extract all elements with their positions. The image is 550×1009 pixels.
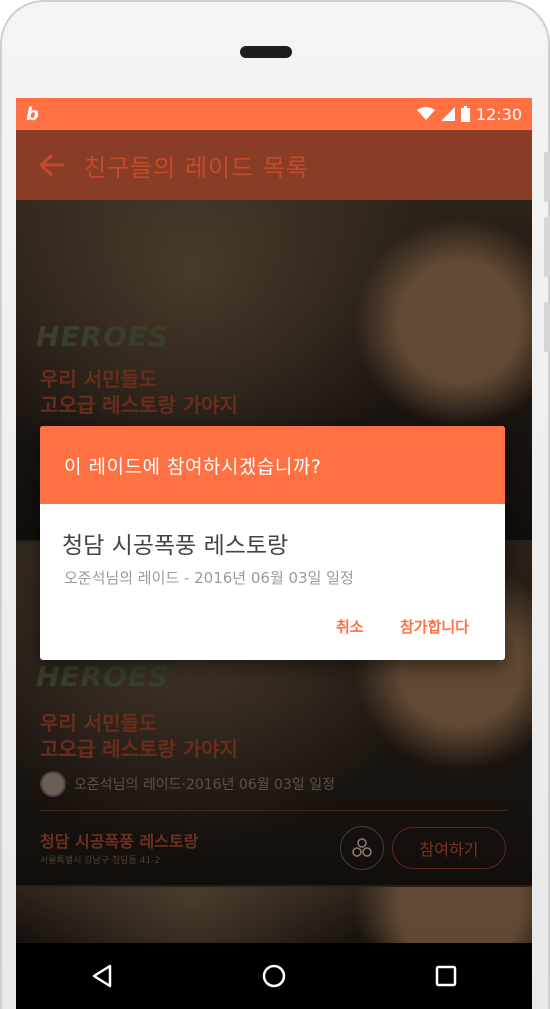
back-triangle-icon [92,964,112,988]
navigation-bar [16,943,532,1009]
recents-nav-button[interactable] [416,951,476,1001]
volume-up-button [544,152,550,202]
status-bar: b 12:30 [16,98,532,130]
power-button [544,302,550,352]
app-logo-icon: b [26,103,39,125]
dialog-subtitle: 오준석님의 레이드 - 2016년 06월 03일 일정 [64,569,354,587]
cancel-button[interactable]: 취소 [336,616,364,637]
home-nav-button[interactable] [244,951,304,1001]
dialog-place-name: 청담 시공폭풍 레스토랑 [62,533,289,559]
dialog-title: 이 레이드에 참여하시겠습니까? [40,426,505,504]
recents-square-icon [435,965,457,987]
cell-signal-icon [440,107,455,121]
back-nav-button[interactable] [72,951,132,1001]
home-circle-icon [262,964,286,988]
wifi-icon [416,107,435,120]
volume-down-button [544,217,550,277]
battery-icon [460,106,470,122]
confirm-join-button[interactable]: 참가합니다 [400,616,469,637]
screen: HEROES 우리 서민들도 고오급 레스토랑 가야지 HEROES 우리 서민… [16,98,532,1009]
join-raid-dialog: 이 레이드에 참여하시겠습니까? 청담 시공폭풍 레스토랑 오준석님의 레이드 … [40,426,505,660]
status-time: 12:30 [475,104,522,124]
speaker-grille [240,46,292,58]
